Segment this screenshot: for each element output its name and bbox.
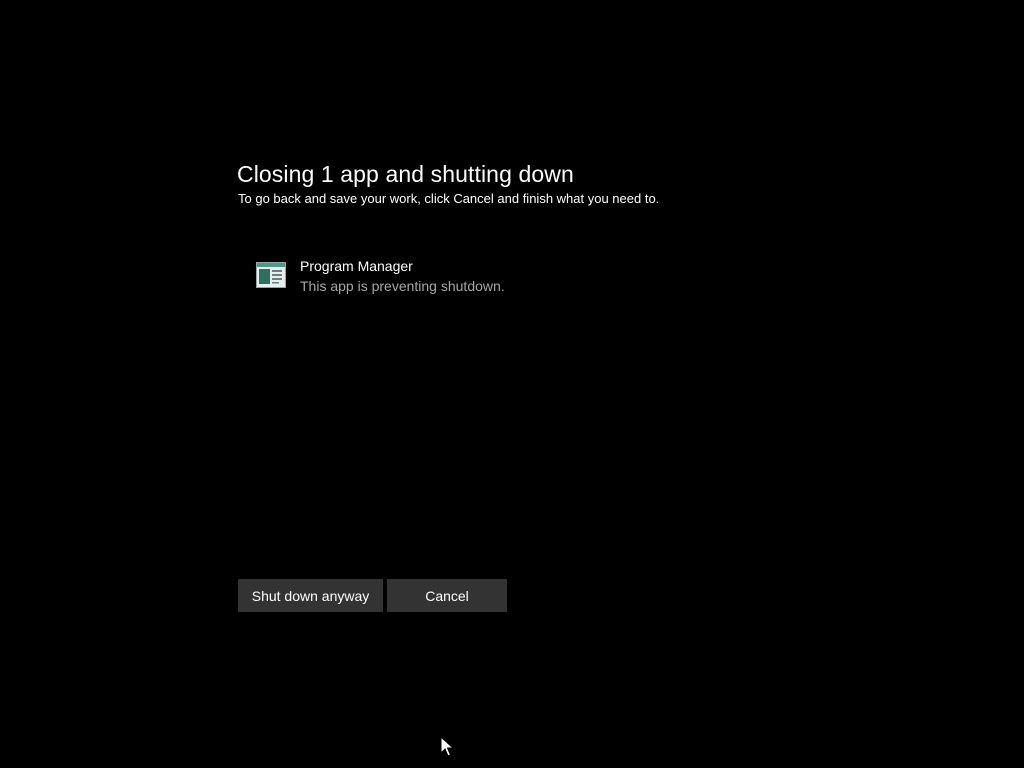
cancel-button[interactable]: Cancel [387, 579, 507, 612]
app-status: This app is preventing shutdown. [300, 278, 505, 294]
shut-down-anyway-button[interactable]: Shut down anyway [238, 579, 383, 612]
page-title: Closing 1 app and shutting down [237, 161, 574, 187]
shutdown-header: Closing 1 app and shutting down To go ba… [237, 159, 797, 207]
action-buttons: Shut down anyway Cancel [238, 579, 507, 612]
mouse-pointer-icon [440, 735, 455, 758]
blocking-app-list: Program Manager This app is preventing s… [256, 256, 505, 295]
app-text: Program Manager This app is preventing s… [300, 256, 505, 295]
shutdown-screen: Closing 1 app and shutting down To go ba… [0, 0, 1024, 768]
list-item: Program Manager This app is preventing s… [256, 256, 505, 295]
program-window-icon [256, 262, 286, 288]
page-subtitle: To go back and save your work, click Can… [238, 191, 660, 206]
app-name: Program Manager [300, 258, 413, 274]
